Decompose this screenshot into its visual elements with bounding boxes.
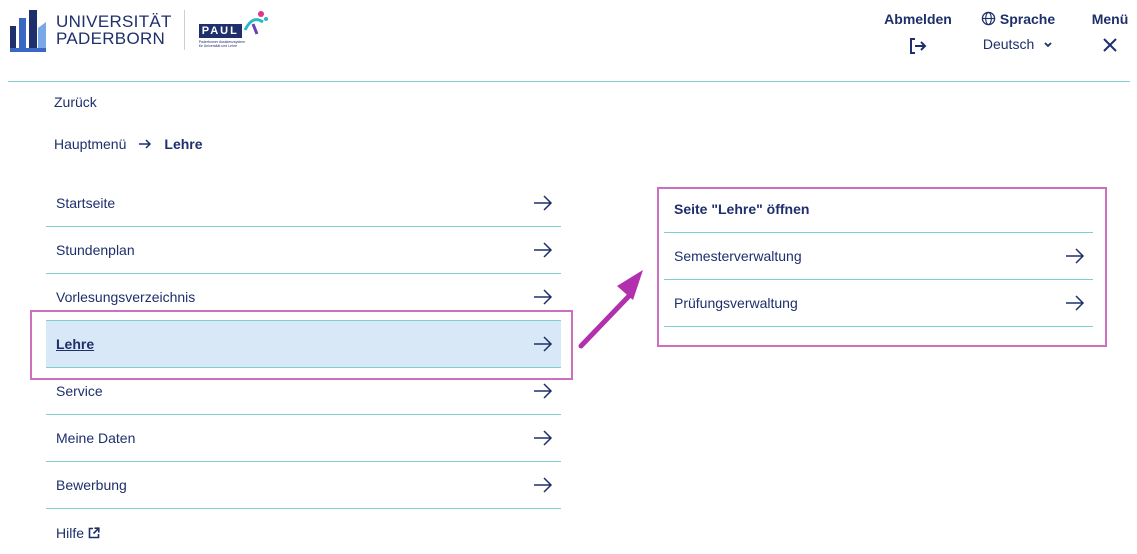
- submenu-item-pruefungsverwaltung[interactable]: Prüfungsverwaltung: [664, 280, 1093, 327]
- menu-item-label: Service: [56, 383, 103, 399]
- logout-button[interactable]: Abmelden: [881, 10, 955, 56]
- top-header: UNIVERSITÄT PADERBORN PAUL Paderborner A…: [0, 0, 1137, 82]
- arrow-right-icon: [534, 430, 553, 446]
- paul-tagline-line2: für Universität und Lehre: [198, 44, 238, 48]
- breadcrumb: Hauptmenü Lehre: [54, 136, 203, 152]
- university-logo[interactable]: UNIVERSITÄT PADERBORN PAUL Paderborner A…: [8, 8, 269, 52]
- paul-tagline: Paderborner Assistenzsystem für Universi…: [199, 40, 245, 48]
- arrow-right-icon: [534, 289, 553, 305]
- arrow-right-icon: [138, 138, 152, 150]
- arrow-right-icon: [534, 195, 553, 211]
- submenu-item-label: Semesterverwaltung: [674, 248, 802, 264]
- menu-item-startseite[interactable]: Startseite: [46, 180, 561, 227]
- submenu-lehre: Seite "Lehre" öffnen Semesterverwaltung …: [664, 186, 1093, 327]
- close-icon: [1085, 36, 1135, 53]
- logo-divider: [183, 10, 185, 50]
- university-name: UNIVERSITÄT PADERBORN: [56, 13, 172, 47]
- submenu-item-label: Prüfungsverwaltung: [674, 295, 798, 311]
- highlight-box-lehre: [30, 310, 573, 380]
- paul-logo[interactable]: PAUL Paderborner Assistenzsystem für Uni…: [197, 10, 269, 50]
- language-heading: Sprache: [977, 10, 1059, 28]
- language-switcher[interactable]: Sprache Deutsch: [977, 10, 1059, 52]
- menu-toggle-button[interactable]: Menü: [1085, 10, 1135, 53]
- menu-item-label: Startseite: [56, 195, 116, 211]
- menu-item-hilfe[interactable]: Hilfe: [46, 509, 561, 554]
- university-name-line1: UNIVERSITÄT: [56, 12, 172, 31]
- menu-item-label: Meine Daten: [56, 430, 136, 446]
- menu-item-bewerbung[interactable]: Bewerbung: [46, 462, 561, 509]
- logout-label: Abmelden: [884, 11, 952, 27]
- paul-logo-text: PAUL: [198, 24, 242, 38]
- menu-item-meine-daten[interactable]: Meine Daten: [46, 415, 561, 462]
- menu-item-label: Hilfe: [56, 524, 85, 541]
- breadcrumb-current: Lehre: [164, 136, 203, 152]
- globe-icon: [981, 12, 996, 26]
- submenu-item-semesterverwaltung[interactable]: Semesterverwaltung: [664, 233, 1093, 280]
- logout-icon: [881, 36, 955, 56]
- back-link[interactable]: Zurück: [54, 94, 97, 110]
- menu-item-label: Stundenplan: [56, 242, 135, 258]
- arrow-right-icon: [534, 383, 553, 399]
- chevron-down-icon: [1044, 42, 1052, 48]
- menu-item-label: Bewerbung: [56, 477, 127, 493]
- menu-item-stundenplan[interactable]: Stundenplan: [46, 227, 561, 274]
- arrow-right-icon: [534, 477, 553, 493]
- upb-logo-icon: [10, 10, 46, 52]
- menu-label: Menü: [1091, 11, 1129, 27]
- annotation-arrow-icon: [578, 270, 643, 349]
- language-select[interactable]: Deutsch: [977, 36, 1059, 52]
- breadcrumb-root[interactable]: Hauptmenü: [54, 136, 126, 152]
- open-page-link[interactable]: Seite "Lehre" öffnen: [664, 186, 1093, 233]
- language-value: Deutsch: [982, 36, 1035, 52]
- paul-figure-icon: [243, 11, 268, 35]
- arrow-right-icon: [1066, 248, 1085, 264]
- menu-item-label: Vorlesungsverzeichnis: [56, 289, 196, 305]
- arrow-right-icon: [1066, 295, 1085, 311]
- arrow-right-icon: [534, 242, 553, 258]
- external-link-icon: [88, 526, 100, 538]
- header-divider: [8, 81, 1130, 82]
- language-label: Sprache: [999, 11, 1056, 27]
- university-name-line2: PADERBORN: [56, 29, 166, 48]
